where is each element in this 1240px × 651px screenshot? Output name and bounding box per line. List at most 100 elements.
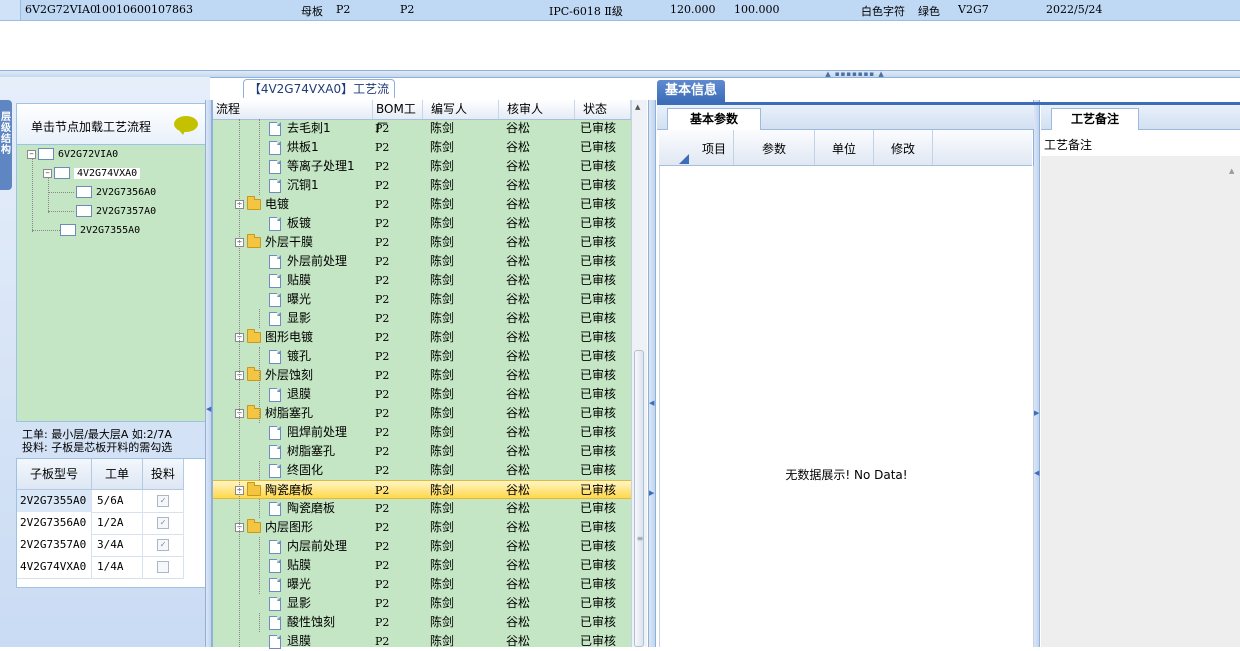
folder-icon	[247, 519, 261, 533]
feed-checkbox[interactable]: ✓	[157, 517, 169, 529]
tree-node-selected[interactable]: − 4V2G74VXA0	[43, 167, 141, 179]
scroll-up-icon[interactable]: ▲	[635, 104, 640, 111]
col-header-writer[interactable]: 编写人	[423, 100, 499, 119]
document-icon	[269, 311, 281, 326]
tree-node[interactable]: − 6V2G72VIA0	[27, 148, 118, 160]
status-cell: 已审核	[580, 368, 617, 382]
record-code: 6V2G72VIA0	[25, 3, 97, 16]
col-header-unit[interactable]: 单位	[815, 130, 874, 165]
col-header-bom[interactable]: BOM工厂	[373, 100, 423, 135]
process-group-row[interactable]: − 电镀 P2 陈剑 谷松 已审核	[213, 195, 631, 214]
status-cell: 已审核	[580, 197, 617, 211]
col-header-item[interactable]: 项目	[695, 130, 734, 165]
center-vertical-splitter[interactable]: ◀ ▶	[648, 100, 656, 647]
process-name: 外层干膜	[265, 235, 314, 249]
process-name: 外层蚀刻	[265, 368, 314, 382]
process-step-row[interactable]: 等离子处理1 P2 陈剑 谷松 已审核	[213, 157, 631, 176]
splitter-arrow-icon[interactable]: ▶	[1034, 410, 1039, 417]
col-header-status[interactable]: 状态	[575, 100, 631, 119]
col-header-param[interactable]: 参数	[734, 130, 815, 165]
process-step-row[interactable]: 外层前处理 P2 陈剑 谷松 已审核	[213, 252, 631, 271]
tree-node[interactable]: 2V2G7357A0	[76, 205, 156, 217]
splitter-arrow-icon[interactable]: ◀	[206, 406, 211, 413]
document-icon	[269, 501, 281, 516]
sub-board-order[interactable]: 3/4A	[92, 534, 143, 557]
splitter-arrow-icon[interactable]: ◀	[1034, 470, 1039, 477]
process-step-row[interactable]: 显影 P2 陈剑 谷松 已审核	[213, 309, 631, 328]
process-step-row[interactable]: 贴膜 P2 陈剑 谷松 已审核	[213, 556, 631, 575]
process-step-row[interactable]: 显影 P2 陈剑 谷松 已审核	[213, 594, 631, 613]
process-step-row[interactable]: 烘板1 P2 陈剑 谷松 已审核	[213, 138, 631, 157]
process-step-row[interactable]: 镀孔 P2 陈剑 谷松 已审核	[213, 347, 631, 366]
process-step-row[interactable]: 酸性蚀刻 P2 陈剑 谷松 已审核	[213, 613, 631, 632]
status-cell: 已审核	[580, 406, 617, 420]
process-group-row[interactable]: − 图形电镀 P2 陈剑 谷松 已审核	[213, 328, 631, 347]
selected-record-row[interactable]: 6V2G72VIA0 10010600107863 母板 P2 P2 IPC-6…	[0, 0, 1240, 21]
left-vertical-splitter[interactable]: ◀	[205, 100, 212, 647]
sub-board-row[interactable]: 4V2G74VXA0 1/4A	[17, 556, 207, 579]
sub-board-row[interactable]: 2V2G7357A0 3/4A ✓	[17, 534, 207, 557]
tab-basic-params[interactable]: 基本参数	[667, 108, 761, 130]
feed-checkbox[interactable]	[157, 561, 169, 573]
col-header-feed[interactable]: 投料	[143, 459, 184, 490]
process-name: 外层前处理	[287, 254, 348, 268]
splitter-arrow-icon[interactable]: ▶	[649, 490, 654, 497]
remark-textarea[interactable]: ▲	[1041, 156, 1240, 647]
col-header-reviewer[interactable]: 核审人	[499, 100, 575, 119]
process-step-row[interactable]: 退膜 P2 陈剑 谷松 已审核	[213, 632, 631, 651]
hierarchy-side-tab[interactable]: 层级结构	[0, 100, 12, 190]
bom-cell: P2	[375, 179, 390, 192]
scroll-up-icon[interactable]: ▲	[1229, 168, 1234, 175]
tree-line	[32, 159, 33, 232]
remark-scrollbar[interactable]: ▲	[1227, 160, 1238, 647]
process-step-row[interactable]: 退膜 P2 陈剑 谷松 已审核	[213, 385, 631, 404]
feed-checkbox[interactable]: ✓	[157, 495, 169, 507]
bom-cell: P2	[375, 426, 390, 439]
tree-guide-line	[259, 119, 260, 195]
right-vertical-splitter[interactable]: ▶ ◀	[1033, 100, 1040, 647]
process-step-row[interactable]: 内层前处理 P2 陈剑 谷松 已审核	[213, 537, 631, 556]
process-name-cell: 曝光	[269, 575, 311, 594]
grid-vertical-scrollbar[interactable]: ▲ ≡	[631, 100, 647, 647]
col-header-order[interactable]: 工单	[92, 459, 143, 490]
sub-board-row[interactable]: 2V2G7355A0 5/6A ✓	[17, 490, 207, 513]
tree-node[interactable]: 2V2G7355A0	[60, 224, 140, 236]
col-header-model[interactable]: 子板型号	[17, 459, 92, 490]
process-step-row[interactable]: 终固化 P2 陈剑 谷松 已审核	[213, 461, 631, 480]
process-group-row[interactable]: − 内层图形 P2 陈剑 谷松 已审核	[213, 518, 631, 537]
col-header-modify[interactable]: 修改	[874, 130, 933, 165]
process-step-row[interactable]: 去毛刺1 P2 陈剑 谷松 已审核	[213, 119, 631, 138]
collapse-icon[interactable]: −	[43, 168, 52, 178]
splitter-grip-icon[interactable]: ▲ ▪▪▪▪▪▪▪ ▲	[820, 71, 890, 78]
feed-checkbox[interactable]: ✓	[157, 539, 169, 551]
sub-board-row[interactable]: 2V2G7356A0 1/2A ✓	[17, 512, 207, 535]
collapse-icon[interactable]: −	[27, 149, 36, 159]
tab-basic-info[interactable]: 基本信息	[657, 80, 725, 102]
process-flow-tab[interactable]: 【4V2G74VXA0】工艺流程	[243, 79, 395, 114]
col-header-process[interactable]: 流程	[213, 100, 373, 119]
tree-node[interactable]: 2V2G7356A0	[76, 186, 156, 198]
process-step-row[interactable]: 板镀 P2 陈剑 谷松 已审核	[213, 214, 631, 233]
process-group-row[interactable]: − 陶瓷磨板 P2 陈剑 谷松 已审核	[213, 480, 631, 499]
process-group-row[interactable]: − 外层蚀刻 P2 陈剑 谷松 已审核	[213, 366, 631, 385]
process-step-row[interactable]: 树脂塞孔 P2 陈剑 谷松 已审核	[213, 442, 631, 461]
hint-bar: 单击节点加载工艺流程	[17, 104, 207, 145]
sub-board-order[interactable]: 1/4A	[92, 556, 143, 579]
splitter-arrow-icon[interactable]: ◀	[649, 400, 654, 407]
process-step-row[interactable]: 陶瓷磨板 P2 陈剑 谷松 已审核	[213, 499, 631, 518]
process-step-row[interactable]: 阻焊前处理 P2 陈剑 谷松 已审核	[213, 423, 631, 442]
reviewer-cell: 谷松	[506, 216, 531, 230]
scroll-thumb[interactable]: ≡	[634, 350, 644, 647]
process-group-row[interactable]: − 树脂塞孔 P2 陈剑 谷松 已审核	[213, 404, 631, 423]
process-step-row[interactable]: 曝光 P2 陈剑 谷松 已审核	[213, 290, 631, 309]
record-version: V2G7	[958, 3, 989, 16]
process-step-row[interactable]: 沉铜1 P2 陈剑 谷松 已审核	[213, 176, 631, 195]
reviewer-cell: 谷松	[506, 520, 531, 534]
tab-process-remark[interactable]: 工艺备注	[1051, 108, 1139, 130]
sub-board-order[interactable]: 5/6A	[92, 490, 143, 513]
process-step-row[interactable]: 贴膜 P2 陈剑 谷松 已审核	[213, 271, 631, 290]
process-group-row[interactable]: − 外层干膜 P2 陈剑 谷松 已审核	[213, 233, 631, 252]
process-step-row[interactable]: 曝光 P2 陈剑 谷松 已审核	[213, 575, 631, 594]
tree-guide-line	[259, 347, 260, 423]
sub-board-order[interactable]: 1/2A	[92, 512, 143, 535]
